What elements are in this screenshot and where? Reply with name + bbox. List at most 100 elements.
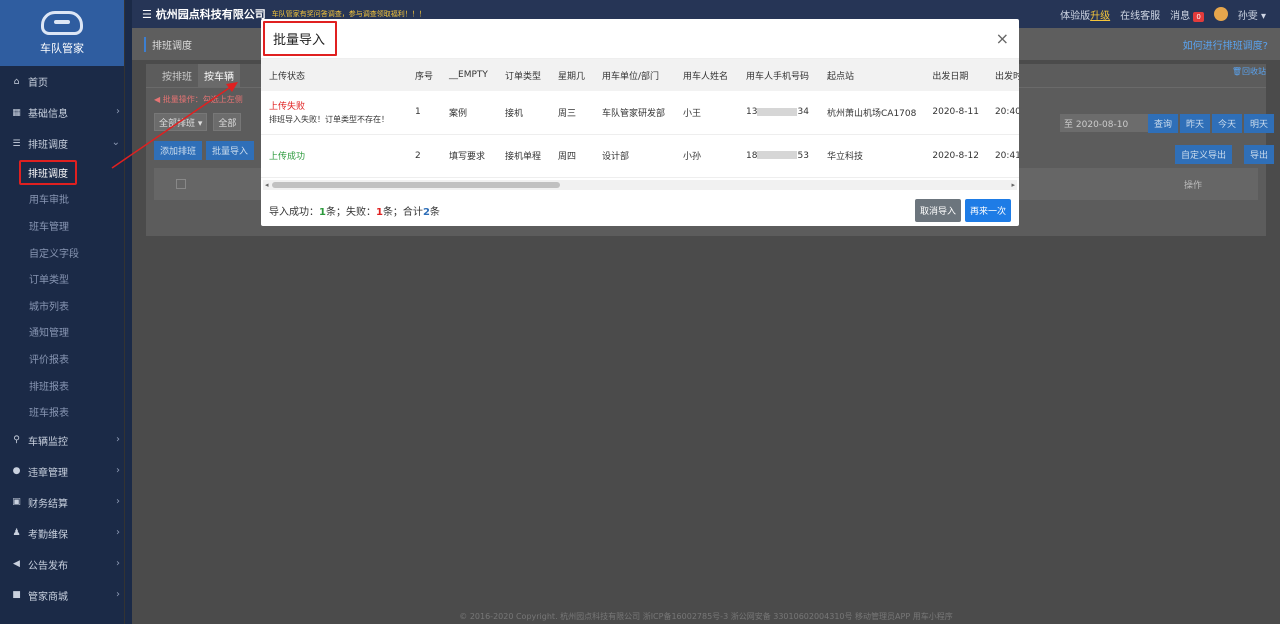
scroll-left-icon[interactable]: ◂: [265, 181, 269, 189]
chevron-right-icon: ›: [116, 588, 120, 600]
menu-label: 首页: [28, 78, 48, 89]
menu-label: 管家商城: [28, 591, 68, 603]
success-count: 1: [319, 207, 326, 218]
menu-basic-info[interactable]: ▦ 基础信息 ›: [0, 97, 124, 128]
start-cell: 华立科技: [819, 134, 925, 178]
weekday-cell: 周四: [550, 134, 595, 178]
submenu-notices[interactable]: 通知管理: [0, 319, 124, 346]
date-value: 2020-08-10: [1075, 120, 1129, 130]
menu-finance[interactable]: ▣ 财务结算 ›: [0, 487, 124, 518]
order-type-cell: 接机: [497, 91, 551, 135]
user-menu[interactable]: 孙雯 ▾: [1238, 7, 1266, 22]
tomorrow-button[interactable]: 明天: [1243, 114, 1274, 133]
modal-title: 批量导入: [263, 21, 338, 56]
trial-text: 体验版: [1060, 10, 1091, 22]
avatar[interactable]: [1213, 7, 1228, 21]
import-result-table-wrap[interactable]: 上传状态 序号 __EMPTY 订单类型 星期几 用车单位/部门 用车人姓名 用…: [261, 59, 1019, 195]
recycle-bin-link[interactable]: 🗑回收站: [1232, 66, 1266, 77]
export-buttons: 自定义导出 导出: [1174, 145, 1274, 164]
name-cell: 小王: [675, 91, 739, 135]
menu-home[interactable]: ⌂ 首页: [0, 66, 124, 97]
export-button[interactable]: 导出: [1243, 145, 1274, 164]
car-logo-icon: [41, 10, 83, 35]
start-cell: 杭州萧山机场CA1708: [819, 91, 925, 135]
custom-export-button[interactable]: 自定义导出: [1174, 145, 1232, 164]
home-icon: ⌂: [13, 76, 20, 87]
close-icon[interactable]: ×: [996, 29, 1009, 48]
notice-text[interactable]: 车队管家有奖问答调查，参与调查领取福利！！！: [272, 9, 426, 19]
message-count-badge: 0: [1193, 11, 1204, 22]
building-icon: ▦: [12, 107, 21, 118]
col-phone: 用车人手机号码: [738, 59, 820, 91]
retry-import-button[interactable]: 再来一次: [964, 199, 1011, 222]
logo[interactable]: 车队管家: [0, 0, 124, 66]
submenu-shuttle[interactable]: 班车管理: [0, 212, 124, 239]
col-time: 出发时: [986, 59, 1019, 91]
sidebar: 车队管家 ⌂ 首页 ▦ 基础信息 › ☰ 排班调度 ⌄ 排班调度 用车审批 班车管理 自定…: [0, 0, 124, 624]
horizontal-scrollbar[interactable]: ◂ ▸: [263, 180, 1017, 190]
scrollbar-thumb[interactable]: [272, 182, 560, 188]
menu-dispatch[interactable]: ☰ 排班调度 ⌄: [0, 128, 124, 159]
menu-announcements[interactable]: ◀ 公告发布 ›: [0, 549, 124, 580]
menu-label: 违章管理: [28, 467, 68, 479]
table-row[interactable]: 上传成功 2 填写要求 接机单程 周四 设计部 小孙 18 53 华立科技 202…: [261, 134, 1019, 178]
submenu-order-types[interactable]: 订单类型: [0, 265, 124, 292]
menu-vehicle-monitor[interactable]: ⚲ 车辆监控 ›: [0, 425, 124, 456]
menu-label: 车辆监控: [28, 436, 68, 448]
menu-shop[interactable]: ■ 管家商城 ›: [0, 580, 124, 611]
submenu-dispatch[interactable]: 排班调度: [0, 159, 124, 186]
time-cell: 20:41: [986, 134, 1019, 178]
megaphone-icon: ◀: [13, 559, 20, 570]
yesterday-button[interactable]: 昨天: [1179, 114, 1210, 133]
company-label: 杭州园点科技有限公司: [155, 8, 266, 21]
error-message: 排班导入失败！订单类型不存在！: [269, 115, 389, 125]
select-all-checkbox[interactable]: [176, 179, 186, 189]
submenu-label: 排班调度: [19, 159, 77, 185]
today-button[interactable]: 今天: [1211, 114, 1242, 133]
date-range-input[interactable]: 至 2020-08-10: [1060, 114, 1152, 132]
help-link[interactable]: 如何进行排班调度?: [1183, 37, 1268, 52]
cancel-import-button[interactable]: 取消导入: [914, 199, 961, 222]
company-name[interactable]: ☰ 杭州园点科技有限公司: [142, 6, 266, 22]
location-icon: ⚲: [13, 435, 20, 446]
messages-link[interactable]: 消息 0: [1170, 7, 1204, 22]
table-header-row: 上传状态 序号 __EMPTY 订单类型 星期几 用车单位/部门 用车人姓名 用…: [261, 59, 1019, 91]
menu-violations[interactable]: ● 违章管理 ›: [0, 456, 124, 487]
menu-attendance[interactable]: ♟ 考勤维保 ›: [0, 518, 124, 549]
empty-cell: 填写要求: [441, 134, 498, 178]
chevron-right-icon: ›: [116, 495, 120, 507]
chevron-right-icon: ›: [116, 526, 120, 538]
users-icon: ♟: [12, 528, 21, 539]
time-cell: 20:40: [986, 91, 1019, 135]
dept-cell: 设计部: [594, 134, 676, 178]
submenu-custom-fields[interactable]: 自定义字段: [0, 239, 124, 266]
submenu-approval[interactable]: 用车审批: [0, 186, 124, 213]
shop-icon: ■: [12, 590, 21, 601]
menu-label: 财务结算: [28, 498, 68, 510]
scroll-right-icon[interactable]: ▸: [1011, 181, 1015, 189]
table-row[interactable]: 上传失败 排班导入失败！订单类型不存在！ 1 案例 接机 周三 车队管家研发部 小…: [261, 91, 1019, 135]
col-order-type: 订单类型: [497, 59, 551, 91]
upgrade-link[interactable]: 升级: [1090, 11, 1110, 22]
chevron-right-icon: ›: [116, 433, 120, 445]
query-button[interactable]: 查询: [1147, 114, 1178, 133]
menu-toggle-icon[interactable]: ☰: [142, 8, 156, 21]
online-service-link[interactable]: 在线客服: [1120, 7, 1160, 22]
status-cell: 上传成功: [261, 134, 407, 178]
submenu-dispatch-report[interactable]: 排班报表: [0, 372, 124, 399]
date-cell: 2020-8-11: [924, 91, 987, 135]
menu-label: 公告发布: [28, 560, 68, 572]
status-success: 上传成功: [269, 152, 306, 162]
trial-label: 体验版升级: [1060, 7, 1110, 22]
phone-prefix: 13: [746, 107, 758, 118]
sliders-icon: ☰: [12, 138, 21, 149]
submenu-ratings[interactable]: 评价报表: [0, 345, 124, 372]
quick-date-buttons: 查询 昨天 今天 明天: [1147, 114, 1274, 133]
modal-footer: 导入成功：1条；失败：1条；合计2条 取消导入 再来一次: [261, 195, 1019, 226]
dept-cell: 车队管家研发部: [594, 91, 676, 135]
phone-cell: 13 34: [738, 91, 820, 135]
phone-suffix: 34: [797, 107, 809, 118]
summary-text: 条；合计: [382, 207, 423, 218]
submenu-cities[interactable]: 城市列表: [0, 292, 124, 319]
submenu-shuttle-report[interactable]: 班车报表: [0, 398, 124, 425]
